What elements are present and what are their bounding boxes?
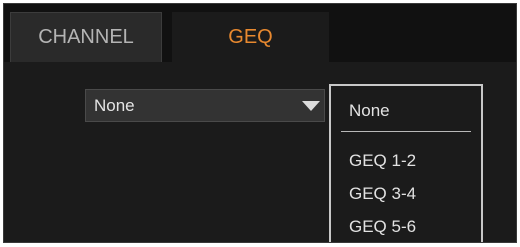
tab-channel-label: CHANNEL — [38, 26, 134, 48]
dropdown-option-geq-1-2[interactable]: GEQ 1-2 — [349, 151, 416, 171]
dropdown-option-geq-5-6[interactable]: GEQ 5-6 — [349, 217, 416, 237]
geq-select-value: None — [94, 96, 135, 115]
chevron-down-icon[interactable] — [302, 101, 320, 111]
dropdown-option-geq-3-4[interactable]: GEQ 3-4 — [349, 184, 416, 204]
geq-dropdown-menu: None GEQ 1-2 GEQ 3-4 GEQ 5-6 — [329, 84, 483, 242]
tab-channel[interactable]: CHANNEL — [10, 12, 162, 62]
tab-geq-label: GEQ — [228, 25, 273, 48]
dropdown-divider — [341, 131, 471, 132]
tab-geq[interactable]: GEQ — [172, 12, 329, 62]
app-window: CHANNEL GEQ None None GEQ 1-2 GEQ 3-4 GE… — [3, 3, 517, 243]
tab-bar: CHANNEL GEQ — [4, 4, 516, 62]
dropdown-option-none[interactable]: None — [349, 101, 390, 121]
geq-select[interactable]: None — [85, 89, 325, 122]
